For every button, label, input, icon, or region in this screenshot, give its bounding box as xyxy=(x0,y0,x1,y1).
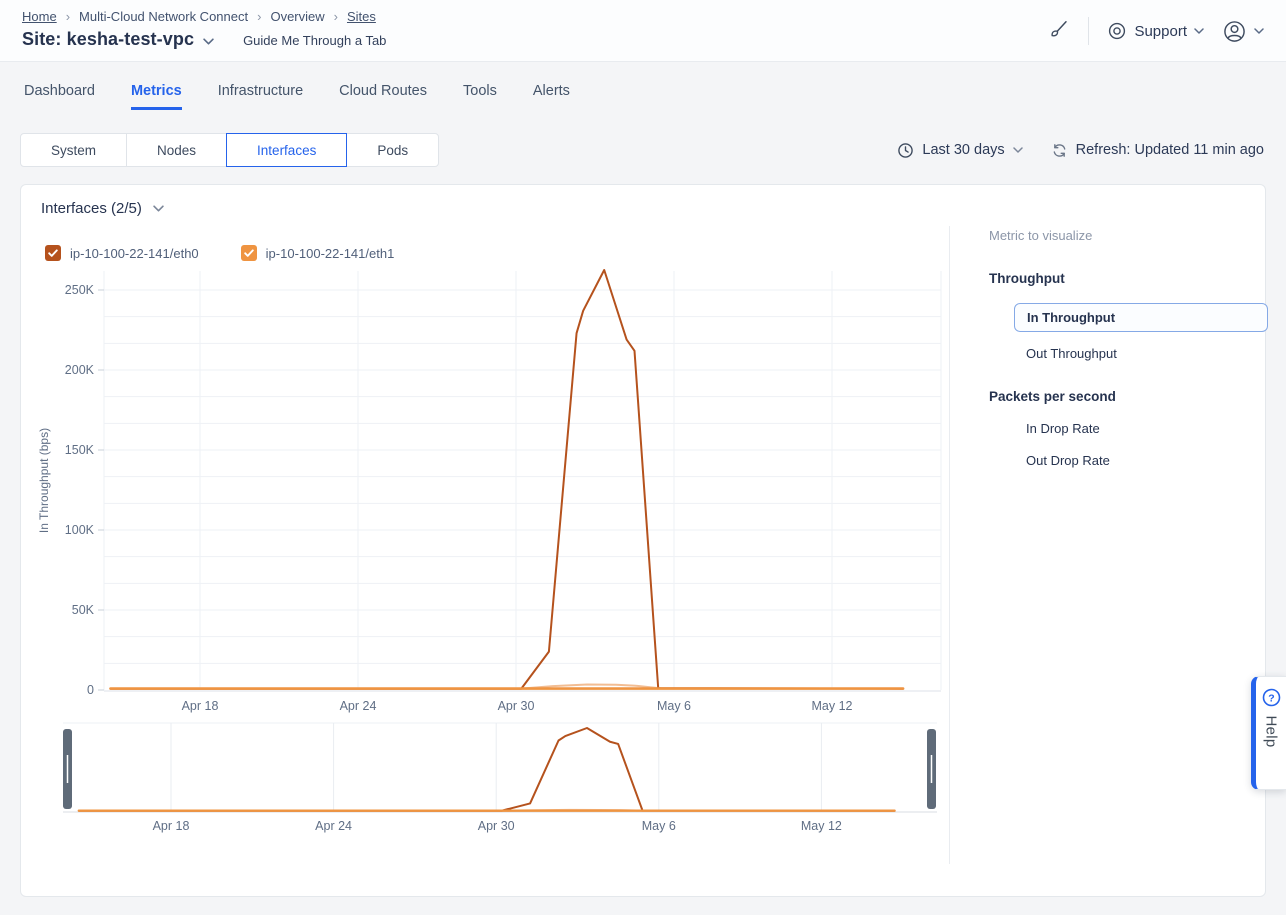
chevron-down-icon xyxy=(1194,28,1204,34)
svg-text:0: 0 xyxy=(87,683,94,697)
svg-text:?: ? xyxy=(1268,692,1274,704)
chevron-down-icon[interactable] xyxy=(203,32,214,50)
subtab-pods[interactable]: Pods xyxy=(346,133,439,167)
metric-option-out-throughput[interactable]: Out Throughput xyxy=(1026,346,1247,361)
refresh-icon xyxy=(1051,142,1068,159)
site-title-row: Site: kesha-test-vpc Guide Me Through a … xyxy=(22,29,386,50)
help-label: Help xyxy=(1263,715,1280,747)
svg-text:Apr 18: Apr 18 xyxy=(182,699,219,713)
refresh-label: Refresh: Updated 11 min ago xyxy=(1076,142,1264,158)
svg-text:May 12: May 12 xyxy=(811,699,852,713)
support-label: Support xyxy=(1134,23,1187,40)
subtab-nodes[interactable]: Nodes xyxy=(126,133,227,167)
time-range-label: Last 30 days xyxy=(922,142,1004,158)
legend-label: ip-10-100-22-141/eth0 xyxy=(70,246,199,261)
svg-text:100K: 100K xyxy=(65,523,95,537)
throughput-line-chart[interactable]: 0 50K 100K 150K 200K 250K In Throughput (bps) A… xyxy=(21,185,949,898)
header-divider xyxy=(1088,17,1089,45)
question-icon: ? xyxy=(1262,688,1281,707)
subtab-interfaces[interactable]: Interfaces xyxy=(226,133,347,167)
checkbox-checked-icon[interactable] xyxy=(45,245,61,261)
app-root: Home › Multi-Cloud Network Connect › Ove… xyxy=(0,0,1286,915)
lifebuoy-icon xyxy=(1107,21,1127,41)
tab-dashboard[interactable]: Dashboard xyxy=(24,83,95,110)
page-header: Home › Multi-Cloud Network Connect › Ove… xyxy=(0,0,1286,62)
legend-item-eth1[interactable]: ip-10-100-22-141/eth1 xyxy=(241,245,395,261)
breadcrumb-mcnc[interactable]: Multi-Cloud Network Connect xyxy=(79,9,248,24)
svg-text:Apr 30: Apr 30 xyxy=(478,819,515,833)
subtab-system[interactable]: System xyxy=(20,133,127,167)
svg-text:250K: 250K xyxy=(65,283,95,297)
chart-toolbar: Last 30 days Refresh: Updated 11 min ago xyxy=(897,133,1264,167)
breadcrumb-separator: › xyxy=(257,9,261,24)
page-title: Site: kesha-test-vpc xyxy=(22,29,194,50)
header-actions: Support xyxy=(1048,14,1264,48)
tab-metrics[interactable]: Metrics xyxy=(131,83,182,110)
chevron-down-icon[interactable] xyxy=(153,205,164,212)
svg-text:May 6: May 6 xyxy=(642,819,676,833)
tab-infrastructure[interactable]: Infrastructure xyxy=(218,83,303,110)
metric-option-out-drop-rate[interactable]: Out Drop Rate xyxy=(1026,453,1247,468)
avatar-icon xyxy=(1222,19,1247,44)
breadcrumb-overview[interactable]: Overview xyxy=(270,9,324,24)
chart-legend: ip-10-100-22-141/eth0 ip-10-100-22-141/e… xyxy=(45,245,394,261)
svg-text:Apr 24: Apr 24 xyxy=(340,699,377,713)
metric-visualize-panel: Metric to visualize Throughput In Throug… xyxy=(969,226,1267,468)
time-range-selector[interactable]: Last 30 days xyxy=(897,142,1022,159)
theme-brush-icon[interactable] xyxy=(1048,18,1070,45)
tab-cloud-routes[interactable]: Cloud Routes xyxy=(339,83,427,110)
panel-divider xyxy=(949,226,950,864)
svg-text:May 6: May 6 xyxy=(657,699,691,713)
svg-text:Apr 24: Apr 24 xyxy=(315,819,352,833)
svg-text:150K: 150K xyxy=(65,443,95,457)
clock-icon xyxy=(897,142,914,159)
svg-text:Apr 30: Apr 30 xyxy=(498,699,535,713)
legend-label: ip-10-100-22-141/eth1 xyxy=(266,246,395,261)
breadcrumb-separator: › xyxy=(334,9,338,24)
refresh-control[interactable]: Refresh: Updated 11 min ago xyxy=(1051,142,1264,159)
support-menu[interactable]: Support xyxy=(1107,21,1204,41)
breadcrumb-separator: › xyxy=(66,9,70,24)
svg-text:May 12: May 12 xyxy=(801,819,842,833)
legend-item-eth0[interactable]: ip-10-100-22-141/eth0 xyxy=(45,245,199,261)
metric-panel-title: Metric to visualize xyxy=(989,228,1247,243)
svg-text:Apr 18: Apr 18 xyxy=(153,819,190,833)
main-tabs: Dashboard Metrics Infrastructure Cloud R… xyxy=(24,83,570,110)
metric-option-in-drop-rate[interactable]: In Drop Rate xyxy=(1026,421,1247,436)
user-menu[interactable] xyxy=(1222,19,1264,44)
svg-text:200K: 200K xyxy=(65,363,95,377)
breadcrumb-sites[interactable]: Sites xyxy=(347,9,376,24)
chevron-down-icon xyxy=(1254,28,1264,34)
chevron-down-icon xyxy=(1013,147,1023,153)
tab-alerts[interactable]: Alerts xyxy=(533,83,570,110)
help-button[interactable]: ? Help xyxy=(1251,676,1286,790)
metric-group-pps: Packets per second xyxy=(989,389,1247,404)
interfaces-metrics-card: Interfaces (2/5) ip-10-100-22-141/eth0 i… xyxy=(20,184,1266,897)
breadcrumb: Home › Multi-Cloud Network Connect › Ove… xyxy=(22,9,376,24)
breadcrumb-home[interactable]: Home xyxy=(22,9,57,24)
svg-text:50K: 50K xyxy=(72,603,95,617)
tab-tools[interactable]: Tools xyxy=(463,83,497,110)
panel-title: Interfaces (2/5) xyxy=(41,200,142,217)
checkbox-checked-icon[interactable] xyxy=(241,245,257,261)
metric-option-in-throughput[interactable]: In Throughput xyxy=(1014,303,1268,332)
svg-text:In Throughput (bps): In Throughput (bps) xyxy=(37,428,51,533)
guide-me-link[interactable]: Guide Me Through a Tab xyxy=(243,33,386,48)
metric-category-tabs: System Nodes Interfaces Pods xyxy=(20,133,439,167)
metric-group-throughput: Throughput xyxy=(989,271,1247,286)
